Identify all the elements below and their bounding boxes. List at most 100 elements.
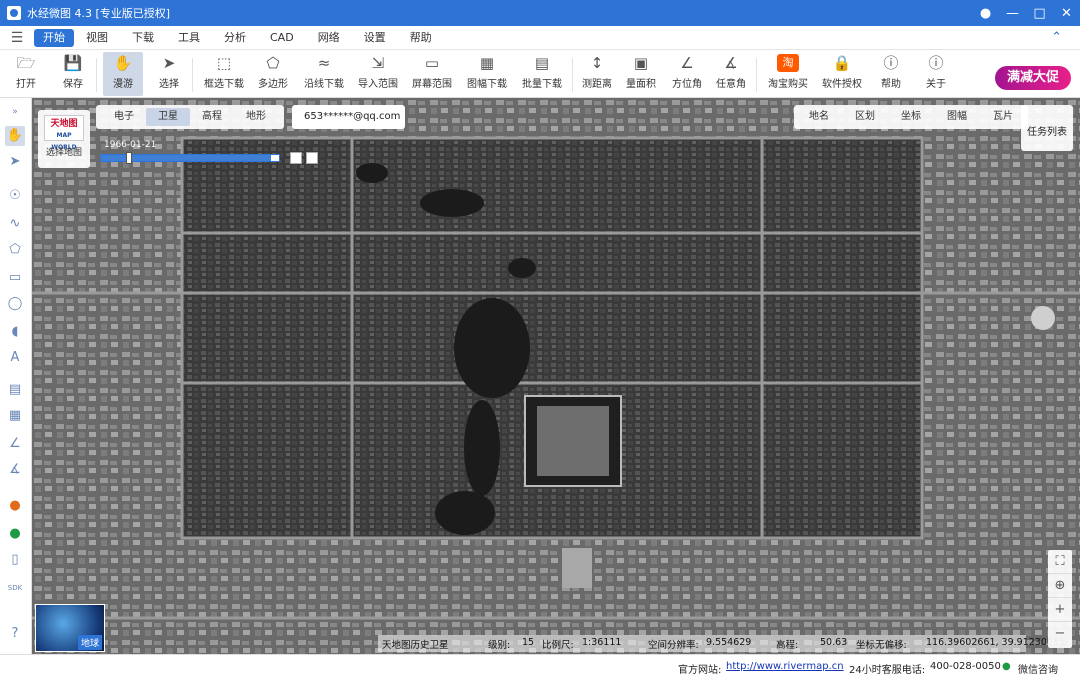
rectangle-icon[interactable]: ▭: [5, 268, 25, 288]
app-logo-icon: [7, 6, 21, 20]
batch-icon: ▤: [534, 54, 550, 72]
hand-icon[interactable]: ✋: [5, 126, 25, 146]
timeline-next-button[interactable]: [306, 152, 318, 164]
user-icon[interactable]: ●: [972, 0, 999, 26]
tab-tiles[interactable]: 瓦片: [980, 108, 1026, 126]
website-link[interactable]: http://www.rivermap.cn: [726, 661, 844, 672]
maximize-button[interactable]: □: [1026, 0, 1053, 26]
import-icon: ⇲: [371, 54, 385, 72]
wechat-icon: ●: [1002, 661, 1011, 672]
help-button[interactable]: ⓘ 帮助: [874, 52, 908, 96]
sheet-download-button[interactable]: ▦ 图幅下载: [464, 52, 510, 96]
menu-cad[interactable]: CAD: [258, 29, 306, 47]
fullscreen-icon[interactable]: ⛶: [1048, 550, 1072, 574]
account-email[interactable]: 653******@qq.com: [292, 105, 405, 129]
task-list-button[interactable]: 任务列表: [1021, 105, 1073, 151]
ruler-icon[interactable]: ▤: [5, 380, 25, 400]
level-label: 级别:: [488, 640, 511, 651]
box-download-button[interactable]: ⬚ 框选下载: [202, 52, 246, 96]
pin-icon[interactable]: ☉: [5, 186, 25, 206]
menu-start[interactable]: 开始: [34, 28, 74, 47]
hamburger-menu-icon[interactable]: ☰: [0, 30, 34, 46]
measure-distance-button[interactable]: ↕ 测距离: [580, 52, 614, 96]
map-source-selector[interactable]: 天地图 MAP WORLD 选择地图: [38, 110, 90, 168]
menu-analysis[interactable]: 分析: [212, 29, 258, 47]
tab-satellite[interactable]: 卫星: [146, 108, 190, 126]
window-title: 水经微图 4.3 [专业版已授权]: [27, 7, 171, 20]
tab-divisions[interactable]: 区划: [842, 108, 888, 126]
tab-terrain[interactable]: 地形: [234, 108, 278, 126]
menu-tools[interactable]: 工具: [166, 29, 212, 47]
sector-icon[interactable]: ◖: [5, 322, 25, 342]
expand-sidebar-icon[interactable]: »: [5, 102, 25, 122]
help-icon: ⓘ: [883, 54, 899, 72]
ribbon-toolbar: 🗁 打开 💾 保存 ✋ 漫游 ➤ 选择 ⬚ 框选下载 ⬠ 多边形 ≈ 沿线下载 ⇲ 导入范围 ▭…: [0, 50, 1080, 98]
menu-view[interactable]: 视图: [74, 29, 120, 47]
protractor-icon[interactable]: ∡: [5, 460, 25, 480]
box-select-icon: ⬚: [216, 54, 232, 72]
left-tool-sidebar: » ✋ ➤ ☉ ∿ ⬠ ▭ ◯ ◖ A ▤ ▦ ∠ ∡ ● ● ▯ SDK ?: [0, 98, 32, 654]
save-button[interactable]: 💾 保存: [56, 52, 90, 96]
tab-sheets[interactable]: 图幅: [934, 108, 980, 126]
map-info-bar: 天地图历史卫星 级别: 15 比例尺: 1:36111 空间分辨率: 9.554…: [378, 635, 1065, 652]
locate-icon[interactable]: ⊕: [1048, 574, 1072, 598]
title-bar: 水经微图 4.3 [专业版已授权] ● — □ ✕: [0, 0, 1080, 26]
scale-value: 1:36111: [582, 637, 622, 648]
close-button[interactable]: ✕: [1053, 0, 1080, 26]
select-button[interactable]: ➤ 选择: [152, 52, 186, 96]
divider: [192, 58, 193, 92]
menu-help[interactable]: 帮助: [398, 29, 444, 47]
lock-icon: 🔒: [832, 54, 852, 72]
tab-coordinates[interactable]: 坐标: [888, 108, 934, 126]
about-button[interactable]: ⓘ 关于: [920, 52, 952, 96]
any-angle-button[interactable]: ∡ 任意角: [714, 52, 748, 96]
azimuth-button[interactable]: ∠ 方位角: [670, 52, 704, 96]
timeline-handle[interactable]: [126, 152, 132, 164]
menu-settings[interactable]: 设置: [352, 29, 398, 47]
pointer-icon[interactable]: ➤: [5, 152, 25, 172]
polygon-button[interactable]: ⬠ 多边形: [256, 52, 290, 96]
wechat-consult-link[interactable]: 微信咨询: [1018, 661, 1058, 676]
license-button[interactable]: 🔒 软件授权: [820, 52, 864, 96]
taobao-button[interactable]: 淘淘宝购买: [766, 52, 810, 96]
plugin-icon[interactable]: ●: [5, 496, 25, 516]
taobao-icon: 淘: [777, 54, 799, 72]
polygon-icon[interactable]: ⬠: [5, 240, 25, 260]
area-icon: ▣: [633, 54, 649, 72]
batch-download-button[interactable]: ▤ 批量下载: [520, 52, 564, 96]
zoom-out-button[interactable]: −: [1048, 622, 1072, 646]
area-icon[interactable]: ▦: [5, 406, 25, 426]
zoom-in-button[interactable]: +: [1048, 598, 1072, 622]
sdk-icon[interactable]: SDK: [5, 578, 25, 598]
tab-electronic[interactable]: 电子: [102, 108, 146, 126]
import-range-button[interactable]: ⇲ 导入范围: [356, 52, 400, 96]
promo-banner[interactable]: 满减大促: [995, 66, 1071, 90]
status-bar: 官方网站: http://www.rivermap.cn 24小时客服电话: 4…: [0, 654, 1080, 678]
collapse-ribbon-icon[interactable]: ⌃: [1051, 30, 1062, 45]
circle-icon[interactable]: ◯: [5, 294, 25, 314]
menu-network[interactable]: 网络: [306, 29, 352, 47]
polyline-icon[interactable]: ∿: [5, 214, 25, 234]
text-icon[interactable]: A: [5, 348, 25, 368]
angle-icon[interactable]: ∠: [5, 434, 25, 454]
history-timeline[interactable]: 1966-01-21: [100, 140, 318, 164]
resolution-value: 9.554629: [706, 637, 752, 648]
timeline-prev-button[interactable]: [290, 152, 302, 164]
measure-area-button[interactable]: ▣ 量面积: [624, 52, 658, 96]
line-download-button[interactable]: ≈ 沿线下载: [302, 52, 346, 96]
menu-download[interactable]: 下载: [120, 29, 166, 47]
tab-elevation[interactable]: 高程: [190, 108, 234, 126]
map-canvas[interactable]: 天地图 MAP WORLD 选择地图 电子 卫星 高程 地形 653******@…: [32, 98, 1080, 654]
info-icon: ⓘ: [928, 54, 944, 72]
open-button[interactable]: 🗁 打开: [10, 52, 42, 96]
select-map-label: 选择地图: [45, 148, 82, 158]
tab-place-names[interactable]: 地名: [796, 108, 842, 126]
link-icon[interactable]: ●: [5, 524, 25, 544]
minimize-button[interactable]: —: [999, 0, 1026, 26]
globe-view-button[interactable]: 地球: [35, 604, 105, 652]
help-icon[interactable]: ?: [5, 624, 25, 644]
screen-range-button[interactable]: ▭ 屏幕范围: [410, 52, 454, 96]
roam-button[interactable]: ✋ 漫游: [103, 52, 143, 96]
folder-icon: 🗁: [16, 54, 36, 72]
device-icon[interactable]: ▯: [5, 550, 25, 570]
